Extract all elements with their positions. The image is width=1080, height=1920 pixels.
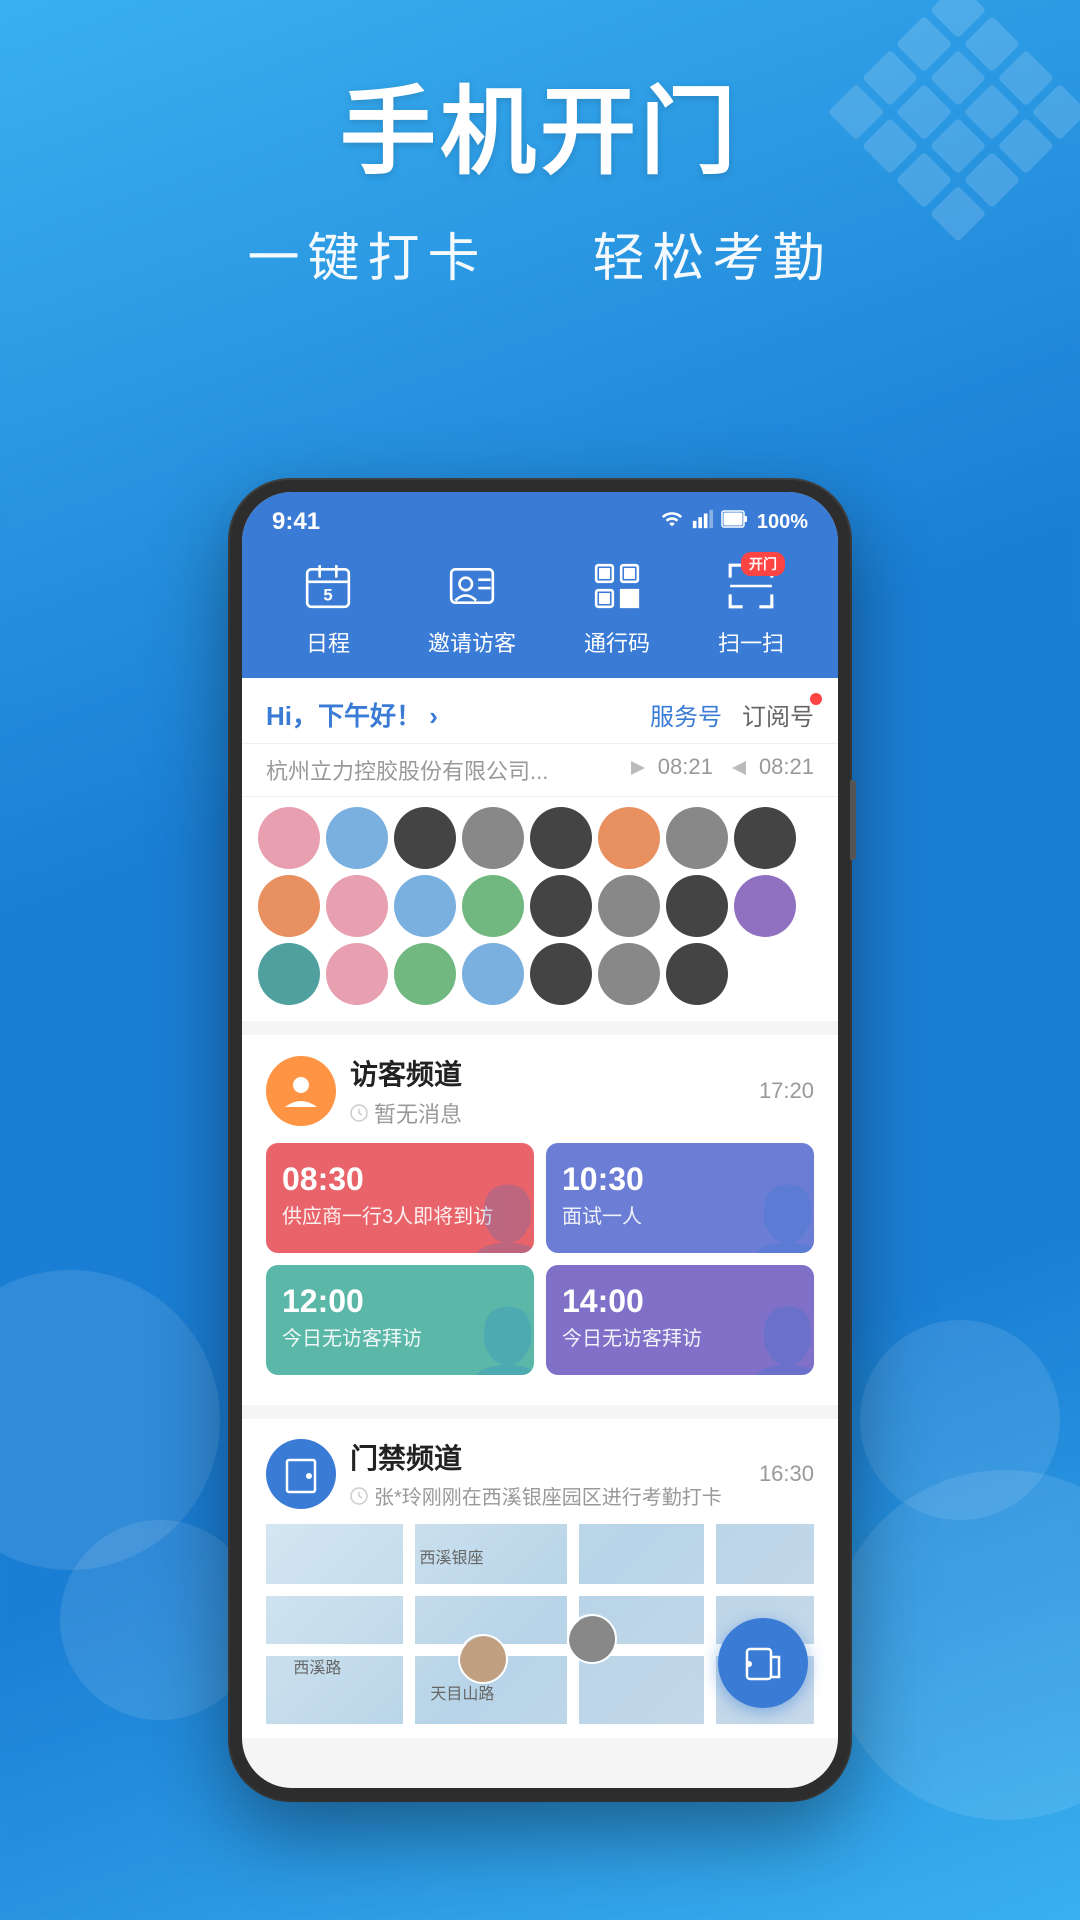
svg-text:5: 5 xyxy=(323,586,332,605)
app-header: 5 日程 xyxy=(242,544,838,678)
nav-label-scan: 扫一扫 xyxy=(718,626,784,658)
battery-icon xyxy=(721,508,749,536)
phone-side-button xyxy=(850,780,856,860)
signal-icon xyxy=(691,508,713,536)
avatar[interactable] xyxy=(258,943,320,1005)
nav-item-invite[interactable]: 邀请访客 xyxy=(428,554,516,658)
door-channel-header: 门禁频道 张*玲刚刚在西溪银座园区进行考勤打卡 16:30 xyxy=(266,1437,814,1510)
status-bar: 9:41 xyxy=(242,492,838,544)
avatar[interactable] xyxy=(666,875,728,937)
avatar[interactable] xyxy=(258,875,320,937)
visitor-channel-sub: 暂无消息 xyxy=(350,1097,745,1129)
avatar[interactable] xyxy=(462,807,524,869)
avatar[interactable] xyxy=(666,943,728,1005)
nav-item-pass[interactable]: 通行码 xyxy=(584,554,650,658)
avatar[interactable] xyxy=(394,943,456,1005)
avatar[interactable] xyxy=(734,807,796,869)
bg-circle-1 xyxy=(0,1270,220,1570)
visitor-channel-info: 访客频道 暂无消息 xyxy=(350,1053,745,1129)
event-bg-icon-0: 👤 xyxy=(464,1183,534,1253)
greeting-tabs: 服务号 订阅号 xyxy=(650,697,814,732)
status-time: 9:41 xyxy=(272,508,320,536)
visitor-channel-name: 访客频道 xyxy=(350,1053,745,1093)
calendar-icon: 5 xyxy=(296,554,360,618)
avatar-row-1 xyxy=(258,807,822,869)
avatar[interactable] xyxy=(462,875,524,937)
nav-label-schedule: 日程 xyxy=(306,626,350,658)
event-bg-icon-3: 👤 xyxy=(744,1305,814,1375)
visitor-channel-avatar xyxy=(266,1056,336,1126)
greeting-text[interactable]: Hi，下午好！ › xyxy=(266,696,438,733)
avatar[interactable] xyxy=(666,807,728,869)
door-channel-sub: 张*玲刚刚在西溪银座园区进行考勤打卡 xyxy=(350,1481,745,1510)
door-channel: 门禁频道 张*玲刚刚在西溪银座园区进行考勤打卡 16:30 xyxy=(242,1419,838,1738)
nav-item-scan[interactable]: 开门 扫一扫 xyxy=(718,554,784,658)
message-preview[interactable]: 杭州立力控胶股份有限公司... 08:21 08:21 xyxy=(242,744,838,797)
scan-badge: 开门 xyxy=(741,552,785,576)
sub-title: 一键打卡 轻松考勤 xyxy=(0,216,1080,291)
phone-mockup: 9:41 xyxy=(230,480,850,1800)
qr-code-icon xyxy=(585,554,649,618)
app-nav: 5 日程 xyxy=(242,554,838,658)
visitor-channel: 访客频道 暂无消息 17:20 08:30 供应商一行3人即将到访 xyxy=(242,1035,838,1405)
avatar[interactable] xyxy=(462,943,524,1005)
event-card-2[interactable]: 12:00 今日无访客拜访 👤 xyxy=(266,1265,534,1375)
door-channel-time: 16:30 xyxy=(759,1461,814,1487)
nav-label-invite: 邀请访客 xyxy=(428,626,516,658)
avatar-row-2 xyxy=(258,875,822,937)
person-card-icon xyxy=(440,554,504,618)
event-bg-icon-2: 👤 xyxy=(464,1305,534,1375)
avatar[interactable] xyxy=(326,875,388,937)
battery-pct: 100% xyxy=(757,511,808,534)
main-title: 手机开门 xyxy=(0,80,1080,186)
msg-time1: 08:21 xyxy=(628,754,713,786)
avatar[interactable] xyxy=(734,875,796,937)
bg-circle-4 xyxy=(860,1320,1060,1520)
msg-text: 杭州立力控胶股份有限公司... xyxy=(266,754,548,786)
door-channel-name: 门禁频道 xyxy=(350,1437,745,1477)
avatar[interactable] xyxy=(326,943,388,1005)
avatar[interactable] xyxy=(530,943,592,1005)
nav-item-schedule[interactable]: 5 日程 xyxy=(296,554,360,658)
visitor-channel-header: 访客频道 暂无消息 17:20 xyxy=(266,1053,814,1129)
avatar-row-3 xyxy=(258,943,822,1005)
avatar[interactable] xyxy=(598,807,660,869)
bg-circle-3 xyxy=(830,1470,1080,1820)
section-divider xyxy=(242,1021,838,1035)
avatar[interactable] xyxy=(598,943,660,1005)
door-channel-avatar xyxy=(266,1439,336,1509)
sub-title-part2: 轻松考勤 xyxy=(592,230,832,288)
avatar[interactable] xyxy=(530,875,592,937)
tab-service[interactable]: 服务号 xyxy=(650,697,722,732)
event-card-0[interactable]: 08:30 供应商一行3人即将到访 👤 xyxy=(266,1143,534,1253)
phone-screen: 9:41 xyxy=(242,492,838,1788)
status-icons: 100% xyxy=(661,508,808,536)
scan-icon: 开门 xyxy=(719,554,783,618)
avatar[interactable] xyxy=(326,807,388,869)
event-card-3[interactable]: 14:00 今日无访客拜访 👤 xyxy=(546,1265,814,1375)
event-bg-icon-1: 👤 xyxy=(744,1183,814,1253)
phone-frame: 9:41 xyxy=(230,480,850,1800)
wifi-icon xyxy=(661,508,683,536)
avatar[interactable] xyxy=(394,875,456,937)
msg-time2: 08:21 xyxy=(729,754,814,786)
visitor-channel-time: 17:20 xyxy=(759,1078,814,1104)
subscribe-dot xyxy=(810,693,822,705)
event-cards: 08:30 供应商一行3人即将到访 👤 10:30 面试一人 👤 12:00 今… xyxy=(266,1143,814,1391)
avatar[interactable] xyxy=(394,807,456,869)
event-card-1[interactable]: 10:30 面试一人 👤 xyxy=(546,1143,814,1253)
tab-subscribe[interactable]: 订阅号 xyxy=(742,697,814,732)
fab-button[interactable] xyxy=(718,1618,808,1708)
door-channel-info: 门禁频道 张*玲刚刚在西溪银座园区进行考勤打卡 xyxy=(350,1437,745,1510)
nav-label-pass: 通行码 xyxy=(584,626,650,658)
avatar[interactable] xyxy=(598,875,660,937)
avatar[interactable] xyxy=(258,807,320,869)
hero-section: 手机开门 一键打卡 轻松考勤 xyxy=(0,80,1080,291)
avatar[interactable] xyxy=(530,807,592,869)
avatar-grid xyxy=(242,797,838,1021)
greeting-bar: Hi，下午好！ › 服务号 订阅号 xyxy=(242,678,838,744)
section-divider-2 xyxy=(242,1405,838,1419)
sub-title-part1: 一键打卡 xyxy=(248,230,488,288)
